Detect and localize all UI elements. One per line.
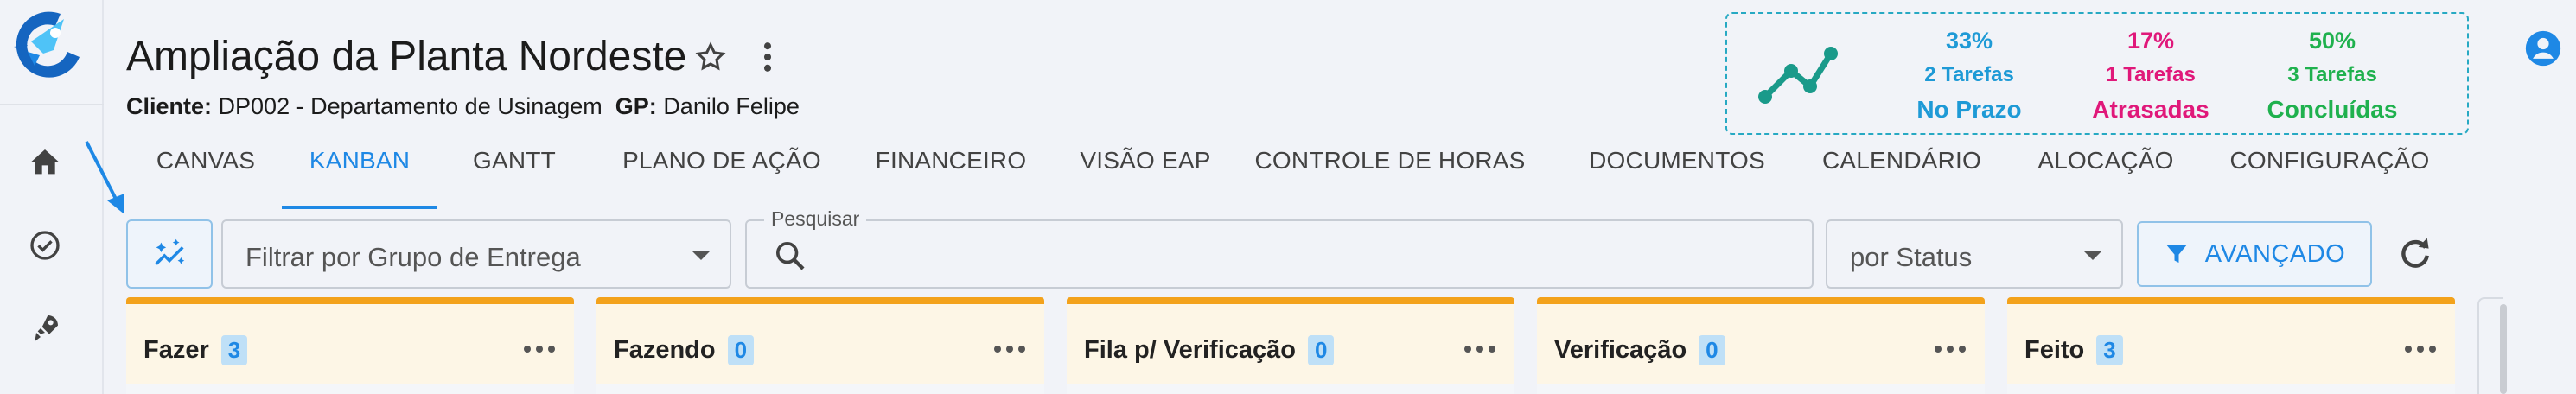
column-menu-icon[interactable]	[992, 339, 1027, 359]
stat-count: 1 Tarefas	[2106, 63, 2196, 86]
pointer-arrow-icon	[85, 141, 124, 214]
kanban-column-fazendo: Fazendo 0	[596, 297, 1044, 394]
more-vert-icon[interactable]	[752, 38, 783, 76]
refresh-icon[interactable]	[2396, 235, 2434, 273]
rail-tasks-button[interactable]	[24, 225, 66, 266]
delivery-group-select[interactable]: Filtrar por Grupo de Entrega	[221, 219, 731, 289]
rocket-icon	[35, 315, 58, 341]
column-header: Fila p/ Verificação 0	[1084, 335, 1335, 365]
tab-calendario[interactable]: CALENDÁRIO	[1815, 147, 1988, 204]
gp-value: Danilo Felipe	[663, 93, 800, 119]
search-label: Pesquisar	[764, 207, 867, 231]
column-menu-icon[interactable]	[2403, 339, 2438, 359]
star-outline-icon[interactable]	[693, 40, 728, 74]
tab-documentos[interactable]: DOCUMENTOS	[1582, 147, 1772, 204]
rail-divider	[0, 104, 104, 105]
group-by-select[interactable]: por Status	[1826, 219, 2123, 289]
column-count-badge: 0	[727, 335, 755, 365]
column-title: Verificação	[1554, 336, 1687, 364]
trend-chart-icon	[1758, 47, 1838, 104]
rail-home-button[interactable]	[24, 142, 66, 183]
client-value: DP002 - Departamento de Usinagem	[218, 93, 603, 119]
search-icon	[776, 242, 805, 270]
column-header: Verificação 0	[1554, 335, 1725, 365]
gp-label: GP:	[615, 93, 657, 119]
rail-projects-button[interactable]	[24, 308, 66, 349]
advanced-filter-label: AVANÇADO	[2204, 239, 2346, 268]
advanced-filter-button[interactable]: AVANÇADO	[2137, 221, 2372, 287]
column-title: Fila p/ Verificação	[1084, 336, 1296, 364]
kanban-column-verificacao: Verificação 0	[1537, 297, 1985, 394]
column-count-badge: 0	[1699, 335, 1725, 365]
tab-visao-eap[interactable]: VISÃO EAP	[1072, 147, 1219, 204]
stat-count: 2 Tarefas	[1924, 63, 2014, 86]
stat-late: 17% 1 Tarefas Atrasadas	[2064, 28, 2237, 124]
column-menu-icon[interactable]	[1463, 339, 1497, 359]
tab-kanban[interactable]: KANBAN	[282, 147, 437, 204]
page-title: Ampliação da Planta Nordeste	[126, 34, 687, 79]
kanban-column-fazer: Fazer 3	[126, 297, 574, 394]
project-meta: Cliente: DP002 - Departamento de Usinage…	[126, 93, 800, 120]
search-field[interactable]: Pesquisar	[745, 207, 1814, 289]
status-summary-panel: 33% 2 Tarefas No Prazo 17% 1 Tarefas Atr…	[1725, 12, 2469, 135]
stat-label: Concluídas	[2267, 96, 2398, 123]
column-body	[1067, 384, 1514, 394]
auto-awesome-icon	[155, 238, 185, 265]
column-body	[1537, 384, 1985, 394]
column-body	[596, 384, 1044, 394]
home-icon	[30, 149, 60, 175]
tab-controle-de-horas[interactable]: CONTROLE DE HORAS	[1252, 147, 1528, 204]
column-count-badge: 3	[2096, 335, 2123, 365]
column-header: Feito 3	[2024, 335, 2123, 365]
active-tab-indicator	[282, 206, 437, 209]
column-title: Fazendo	[614, 336, 716, 364]
chevron-down-icon	[2083, 251, 2102, 260]
stat-label: Atrasadas	[2092, 96, 2209, 123]
stat-percent: 33%	[1945, 28, 1993, 54]
filter-icon	[2166, 245, 2187, 263]
kanban-column-fila-verificacao: Fila p/ Verificação 0	[1067, 297, 1514, 394]
vertical-scrollbar[interactable]	[2500, 304, 2507, 394]
column-menu-icon[interactable]	[522, 339, 557, 359]
ai-suggest-button[interactable]	[126, 219, 213, 289]
stat-on-time: 33% 2 Tarefas No Prazo	[1883, 28, 2056, 124]
column-header: Fazendo 0	[614, 335, 755, 365]
column-title: Feito	[2024, 336, 2085, 364]
column-header: Fazer 3	[143, 335, 248, 365]
stat-count: 3 Tarefas	[2287, 63, 2377, 86]
column-menu-icon[interactable]	[1933, 339, 1967, 359]
column-count-badge: 0	[1308, 335, 1335, 365]
tab-financeiro[interactable]: FINANCEIRO	[864, 147, 1037, 204]
kanban-column-feito: Feito 3	[2007, 297, 2455, 394]
tab-gantt[interactable]: GANTT	[458, 147, 571, 204]
column-title: Fazer	[143, 336, 209, 364]
rocket-logo-icon[interactable]	[9, 7, 86, 85]
client-label: Cliente:	[126, 93, 213, 119]
tab-plano-de-acao[interactable]: PLANO DE AÇÃO	[605, 147, 838, 204]
column-count-badge: 3	[220, 335, 248, 365]
search-input[interactable]	[821, 237, 1789, 275]
delivery-group-placeholder: Filtrar por Grupo de Entrega	[245, 242, 581, 272]
stat-label: No Prazo	[1916, 96, 2022, 123]
chevron-down-icon	[692, 251, 711, 260]
check-circle-icon	[30, 231, 60, 260]
column-body	[2007, 384, 2455, 394]
column-body	[126, 384, 574, 394]
tab-alocacao[interactable]: ALOCAÇÃO	[2028, 147, 2184, 204]
group-by-value: por Status	[1850, 242, 1973, 272]
stat-done: 50% 3 Tarefas Concluídas	[2246, 28, 2419, 124]
tab-canvas[interactable]: CANVAS	[154, 147, 258, 204]
stat-percent: 17%	[2126, 28, 2175, 54]
tab-configuracao[interactable]: CONFIGURAÇÃO	[2213, 147, 2446, 204]
account-circle-icon[interactable]	[2524, 29, 2562, 67]
stat-percent: 50%	[2308, 28, 2356, 54]
